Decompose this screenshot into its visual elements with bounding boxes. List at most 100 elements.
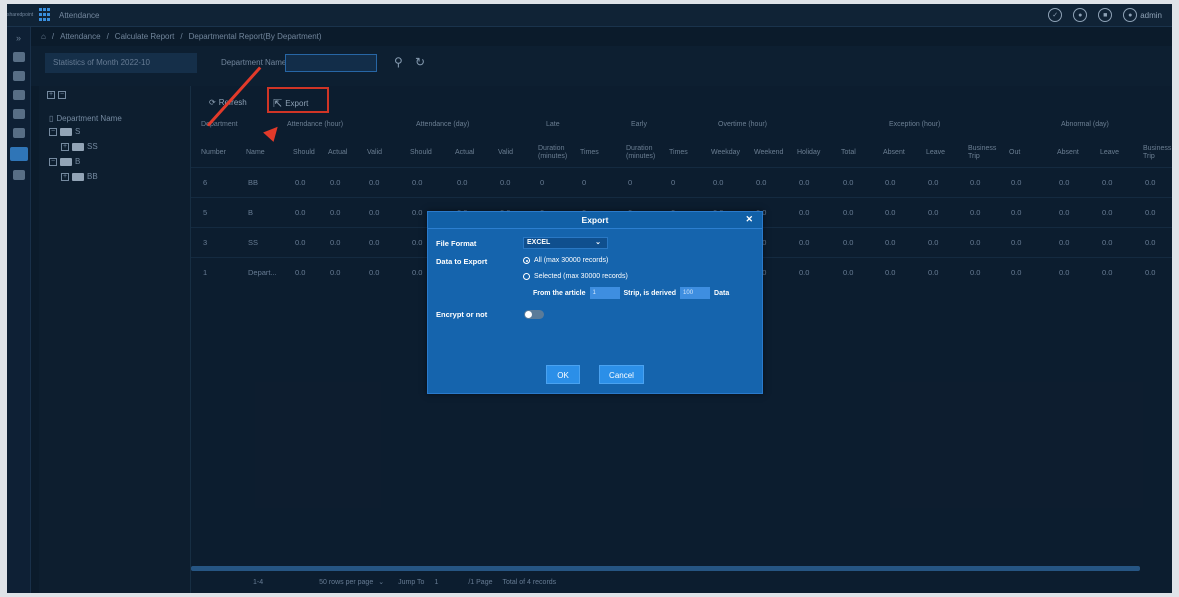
strip-count-input[interactable]: 100 bbox=[680, 287, 711, 299]
table-cell: 0.0 bbox=[970, 268, 981, 277]
table-cell: 0.0 bbox=[928, 208, 939, 217]
column-header: Absent bbox=[1057, 149, 1079, 156]
table-cell: 0.0 bbox=[330, 208, 341, 217]
folder-icon bbox=[60, 157, 72, 166]
expand-all-icon[interactable]: + bbox=[47, 91, 55, 99]
table-cell: 0.0 bbox=[799, 238, 810, 247]
column-header: Leave bbox=[1100, 149, 1120, 156]
nav-home-icon[interactable] bbox=[12, 52, 25, 62]
department-name-input[interactable] bbox=[285, 54, 377, 72]
close-icon[interactable]: ✕ bbox=[745, 214, 753, 225]
nav-calendar-icon[interactable] bbox=[12, 109, 25, 119]
app-grid-icon[interactable] bbox=[39, 8, 53, 22]
column-header: Business Trip bbox=[1143, 145, 1172, 160]
ok-button[interactable]: OK bbox=[546, 365, 580, 384]
table-cell: 0.0 bbox=[928, 178, 939, 187]
table-cell: 0.0 bbox=[713, 178, 724, 187]
table-cell: 0.0 bbox=[1102, 208, 1113, 217]
dialog-title: Export bbox=[428, 212, 762, 229]
filter-bar: Statistics of Month 2022-10 Department N… bbox=[31, 46, 1172, 86]
table-cell: 0.0 bbox=[1011, 208, 1022, 217]
table-cell: 0.0 bbox=[928, 238, 939, 247]
nav-report-icon[interactable] bbox=[9, 147, 28, 161]
table-cell: 0.0 bbox=[970, 238, 981, 247]
table-cell: Depart... bbox=[248, 268, 277, 277]
expand-icon[interactable]: + bbox=[61, 142, 69, 151]
reset-icon[interactable]: ↻ bbox=[415, 55, 425, 69]
column-header: Valid bbox=[498, 149, 514, 156]
brand-logo: sharedpoint bbox=[7, 11, 34, 18]
tree-node-bb[interactable]: + BB bbox=[61, 172, 98, 181]
table-cell: 0.0 bbox=[1059, 208, 1070, 217]
breadcrumb-item[interactable]: Attendance bbox=[60, 32, 100, 41]
column-header: Times bbox=[580, 149, 599, 156]
month-field[interactable]: Statistics of Month 2022-10 bbox=[45, 53, 197, 73]
device-icon[interactable]: ■ bbox=[1098, 8, 1113, 22]
bell-icon[interactable]: ● bbox=[1073, 8, 1088, 22]
table-cell: 0.0 bbox=[500, 178, 511, 187]
column-header: Times bbox=[669, 149, 688, 156]
table-cell: 0.0 bbox=[970, 208, 981, 217]
jump-input[interactable]: 1 bbox=[434, 579, 438, 586]
breadcrumb-item[interactable]: Calculate Report bbox=[115, 32, 175, 41]
collapse-icon[interactable]: − bbox=[49, 127, 57, 136]
collapse-all-icon[interactable]: − bbox=[58, 91, 66, 99]
expand-icon[interactable]: + bbox=[61, 172, 69, 181]
top-right-tools: ✓ ● ■ ● admin bbox=[1048, 8, 1162, 22]
table-cell: 0.0 bbox=[1011, 268, 1022, 277]
breadcrumb-item: Departmental Report(By Department) bbox=[188, 32, 322, 41]
table-cell: 0.0 bbox=[1059, 238, 1070, 247]
nav-clipboard-icon[interactable] bbox=[12, 128, 25, 138]
table-cell: 0.0 bbox=[295, 238, 306, 247]
table-cell: 0.0 bbox=[295, 178, 306, 187]
table-cell: SS bbox=[248, 238, 259, 247]
column-header: Should bbox=[410, 149, 432, 156]
folder-icon bbox=[60, 127, 72, 136]
expand-icon[interactable]: » bbox=[13, 33, 25, 43]
shield-icon[interactable]: ✓ bbox=[1048, 8, 1063, 22]
table-cell: 0.0 bbox=[970, 178, 981, 187]
chevron-down-icon[interactable]: ⌄ bbox=[378, 578, 384, 586]
user-menu[interactable]: ● admin bbox=[1123, 8, 1162, 22]
table-cell: 0.0 bbox=[330, 268, 341, 277]
table-cell: 1 bbox=[203, 268, 208, 277]
tree-node-s[interactable]: − S bbox=[49, 127, 80, 136]
nav-settings-icon[interactable] bbox=[12, 170, 25, 180]
radio-all[interactable]: All (max 30000 records) bbox=[523, 257, 608, 264]
left-nav: » bbox=[7, 27, 31, 593]
pager-range: 1-4 bbox=[253, 578, 264, 586]
file-format-select[interactable]: EXCEL ⌄ bbox=[523, 237, 608, 249]
table-cell: 0.0 bbox=[928, 268, 939, 277]
department-tree: + − ▯ Department Name − S + SS − B + BB bbox=[39, 86, 191, 593]
table-cell: 0.0 bbox=[885, 208, 896, 217]
collapse-icon[interactable]: − bbox=[49, 157, 57, 166]
table-cell: 6 bbox=[203, 178, 208, 187]
table-cell: 0.0 bbox=[295, 208, 306, 217]
table-cell: 0.0 bbox=[412, 268, 423, 277]
total-records: Total of 4 records bbox=[502, 578, 557, 586]
column-header: Leave bbox=[926, 149, 946, 156]
home-icon[interactable]: ⌂ bbox=[41, 32, 46, 41]
column-header: Absent bbox=[883, 149, 905, 156]
table-cell: 0 bbox=[582, 178, 587, 187]
radio-selected[interactable]: Selected (max 30000 records) bbox=[523, 273, 628, 280]
tree-node-b[interactable]: − B bbox=[49, 157, 80, 166]
table-cell: 0.0 bbox=[1059, 178, 1070, 187]
tree-header: Department Name bbox=[56, 114, 122, 123]
table-column-header: Number Name Should Actual Valid Should Actual V… bbox=[191, 142, 1172, 164]
nav-info-icon[interactable] bbox=[12, 71, 25, 81]
encrypt-toggle[interactable] bbox=[524, 310, 544, 319]
table-cell: 0.0 bbox=[1102, 268, 1113, 277]
top-bar: sharedpoint Attendance ✓ ● ■ ● admin bbox=[7, 4, 1172, 27]
nav-check-icon[interactable] bbox=[12, 90, 25, 100]
from-article-input[interactable]: 1 bbox=[589, 287, 620, 299]
table-cell: 0.0 bbox=[1102, 238, 1113, 247]
tree-node-ss[interactable]: + SS bbox=[61, 142, 98, 151]
highlight-box bbox=[267, 87, 329, 113]
cancel-button[interactable]: Cancel bbox=[599, 365, 644, 384]
rows-per-page-select[interactable]: 50 rows per page bbox=[319, 579, 373, 586]
table-row[interactable]: 6 BB 0.0 0.0 0.0 0.0 0.0 0.0 0 0 0 0 0.0 0.0 0.0 0.0 0.0… bbox=[191, 167, 1172, 197]
page-count: /1 Page bbox=[468, 578, 493, 586]
column-header: Duration (minutes) bbox=[538, 145, 568, 160]
search-icon[interactable]: ⚲ bbox=[394, 55, 403, 69]
